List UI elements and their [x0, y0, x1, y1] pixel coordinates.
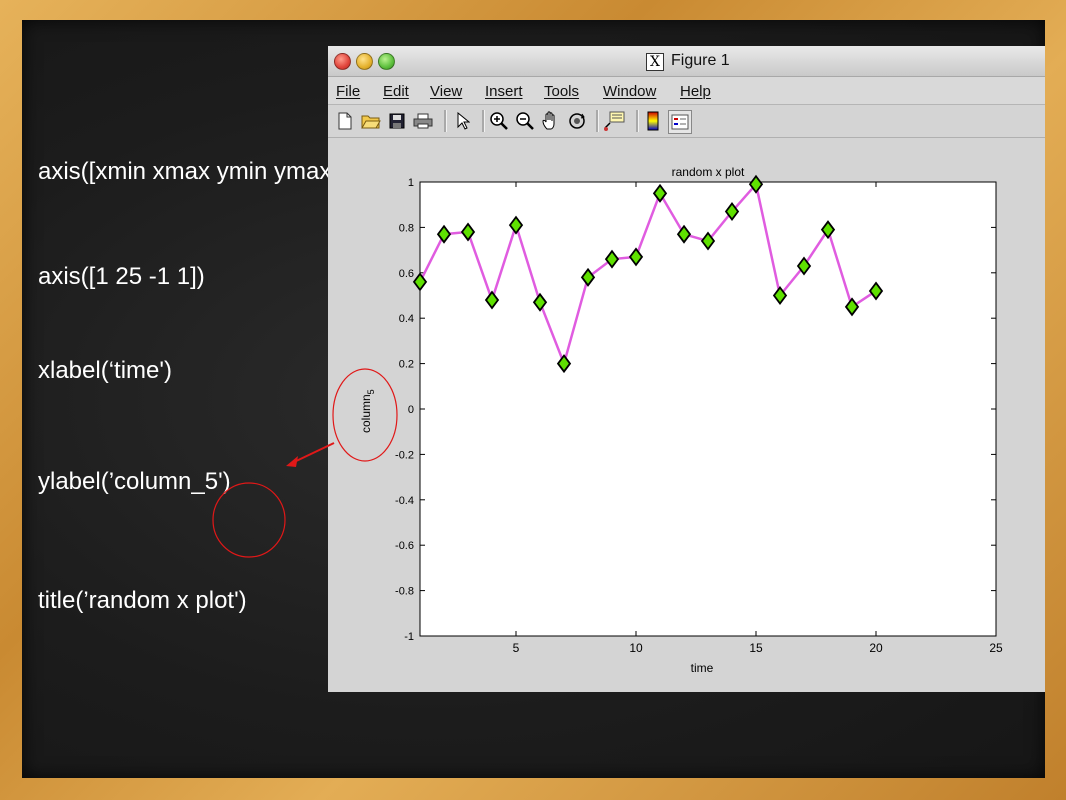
colorbar-icon[interactable]	[642, 110, 664, 132]
x-tick-label: 5	[513, 641, 520, 655]
y-tick-label: -0.4	[395, 495, 414, 507]
window-titlebar[interactable]: X Figure 1	[328, 46, 1045, 77]
new-file-icon[interactable]	[334, 110, 356, 132]
close-button[interactable]	[334, 53, 351, 70]
y-tick-label: 0.4	[399, 313, 414, 325]
plot-area: random x plot time column5 -1 -0.8 -0.6 -0.…	[328, 138, 1045, 692]
x-axis-label: time	[691, 661, 714, 675]
x-tick-label: 10	[629, 641, 643, 655]
menu-view[interactable]: View	[430, 83, 462, 100]
toolbar-separator	[636, 110, 639, 132]
x11-icon: X	[646, 53, 664, 71]
y-axis-label-text: column	[359, 394, 373, 433]
zoom-in-icon[interactable]	[488, 110, 510, 132]
open-folder-icon[interactable]	[360, 110, 382, 132]
chalk-line-ylabel: ylabel(’column_5')	[38, 468, 231, 495]
y-axis-label-subscript: 5	[366, 389, 376, 394]
toolbar-separator	[444, 110, 447, 132]
menu-window[interactable]: Window	[603, 83, 656, 100]
data-cursor-icon[interactable]	[604, 110, 626, 132]
rotate-3d-icon[interactable]	[566, 110, 588, 132]
toolbar-separator	[596, 110, 599, 132]
y-tick-label: 0	[408, 404, 414, 416]
menu-tools[interactable]: Tools	[544, 83, 579, 100]
chart-title: random x plot	[672, 165, 745, 179]
menu-edit[interactable]: Edit	[383, 83, 409, 100]
y-tick-label: -0.8	[395, 586, 414, 598]
figure-window: X Figure 1 File Edit View Insert Tools W…	[328, 46, 1045, 692]
zoom-button[interactable]	[378, 53, 395, 70]
chalk-line-axis-syntax: axis([xmin xmax ymin ymax])	[38, 158, 347, 185]
menu-file[interactable]: File	[336, 83, 360, 100]
minimize-button[interactable]	[356, 53, 373, 70]
figure-toolbar	[328, 105, 1045, 138]
annotation-arrowhead	[286, 456, 298, 467]
menu-help[interactable]: Help	[680, 83, 711, 100]
chalk-line-axis-call: axis([1 25 -1 1])	[38, 263, 205, 290]
legend-icon[interactable]	[668, 110, 692, 134]
save-icon[interactable]	[386, 110, 408, 132]
y-tick-label: -1	[404, 631, 414, 643]
svg-text:column5: column5	[359, 389, 376, 433]
pan-hand-icon[interactable]	[540, 110, 562, 132]
toolbar-separator	[482, 110, 485, 132]
y-tick-label: -0.2	[395, 449, 414, 461]
x-tick-label: 25	[989, 641, 1003, 655]
window-title: Figure 1	[671, 52, 730, 69]
chalk-line-xlabel: xlabel(‘time')	[38, 357, 172, 384]
pointer-icon[interactable]	[452, 110, 474, 132]
x-tick-label: 20	[869, 641, 883, 655]
x-tick-label: 15	[749, 641, 763, 655]
line-chart[interactable]: random x plot time column5 -1-0.8-0.6-0.…	[328, 138, 1045, 692]
chalkboard: axis([xmin xmax ymin ymax]) axis([1 25 -…	[22, 20, 1045, 778]
chalk-line-title: title(’random x plot')	[38, 587, 247, 614]
y-tick-label: 0.6	[399, 268, 414, 280]
zoom-out-icon[interactable]	[514, 110, 536, 132]
menubar: File Edit View Insert Tools Window Help	[328, 77, 1045, 105]
menu-insert[interactable]: Insert	[485, 83, 523, 100]
y-tick-label: 0.8	[399, 222, 414, 234]
y-tick-label: 1	[408, 177, 414, 189]
y-tick-label: 0.2	[399, 359, 414, 371]
y-tick-label: -0.6	[395, 540, 414, 552]
y-axis-label: column5	[359, 389, 376, 433]
print-icon[interactable]	[412, 110, 434, 132]
